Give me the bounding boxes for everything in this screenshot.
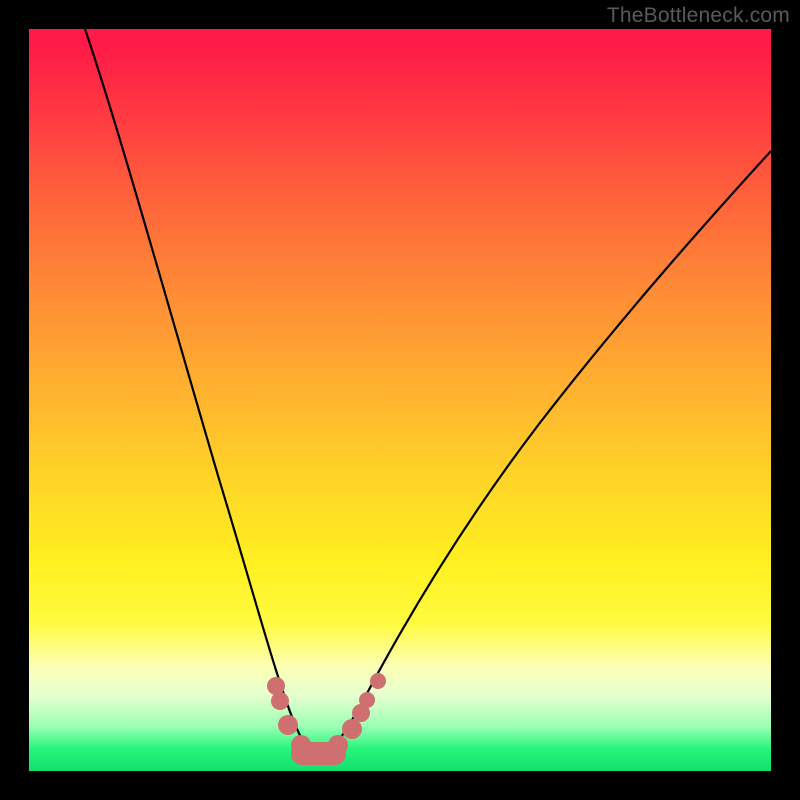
marker-dot — [291, 735, 311, 755]
marker-dot — [278, 715, 298, 735]
marker-dot — [271, 692, 289, 710]
marker-dot — [370, 673, 386, 689]
left-curve — [85, 29, 317, 763]
marker-dot — [342, 719, 362, 739]
plot-area — [29, 29, 771, 771]
curves-svg — [29, 29, 771, 771]
marker-dot — [328, 735, 348, 755]
watermark-text: TheBottleneck.com — [607, 4, 790, 28]
chart-frame: TheBottleneck.com — [0, 0, 800, 800]
right-curve — [317, 151, 771, 763]
marker-dot — [359, 692, 375, 708]
